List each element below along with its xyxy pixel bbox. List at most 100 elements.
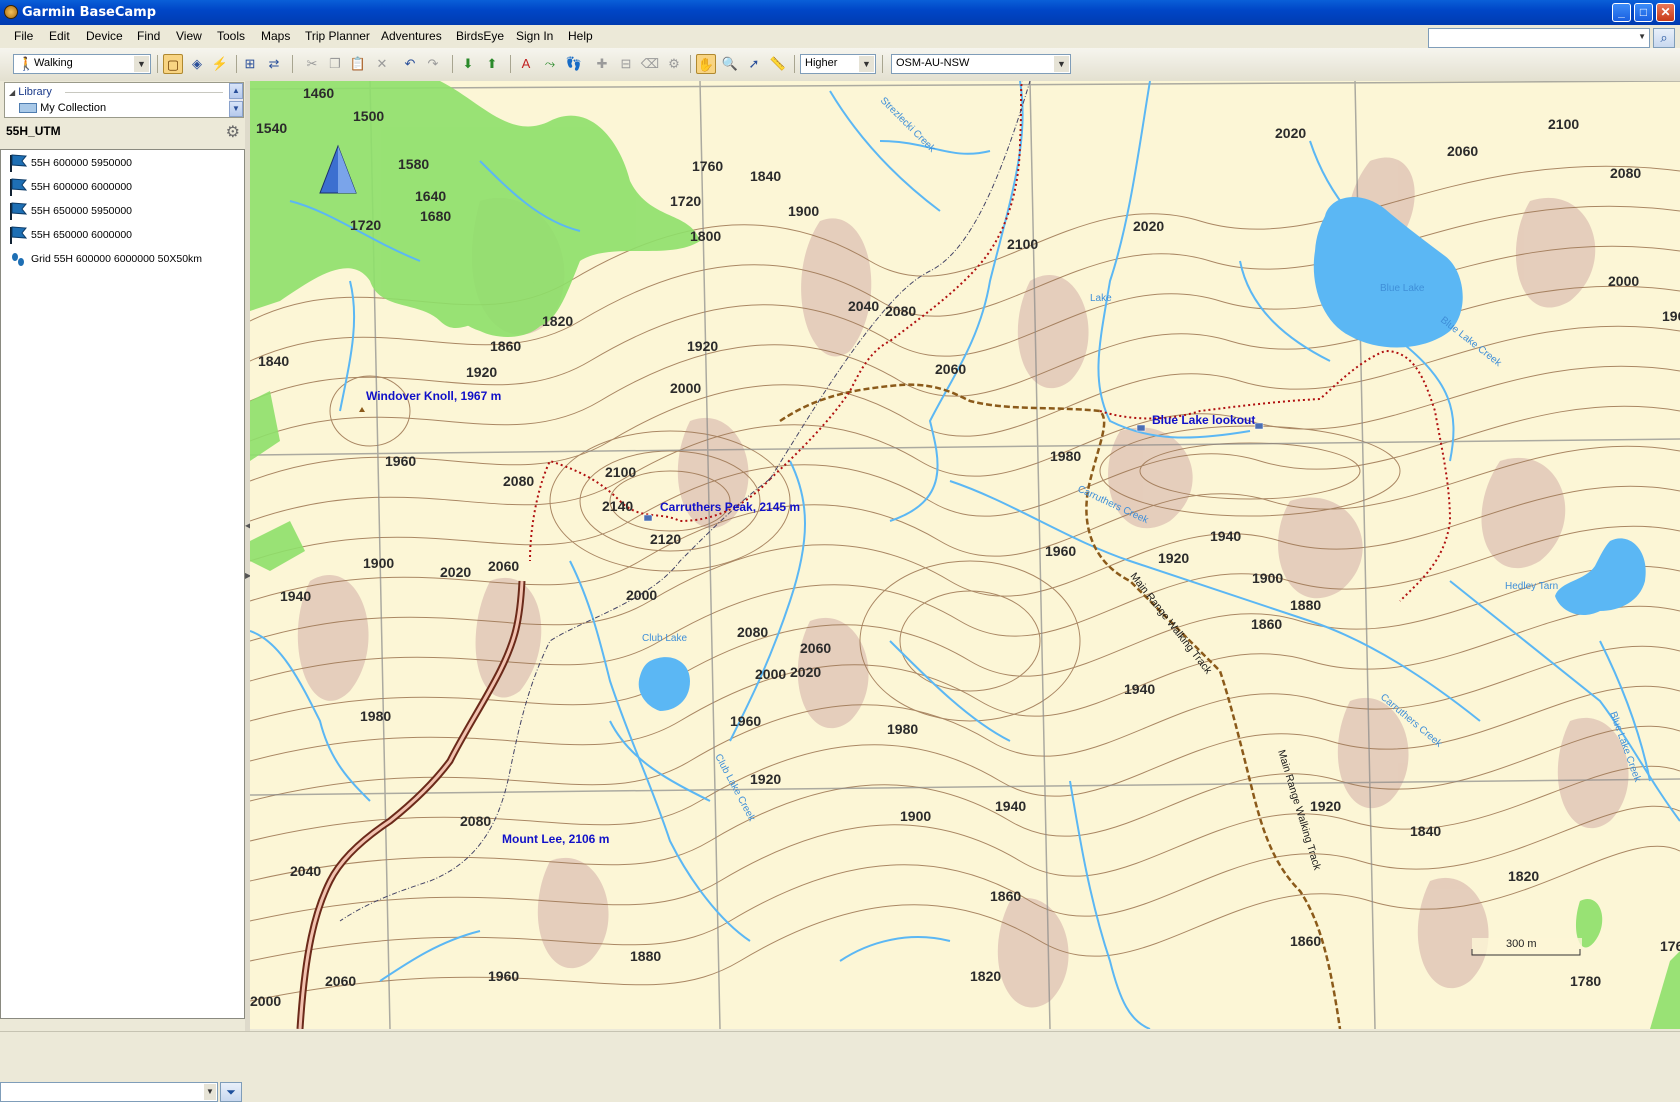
contour-label: 2060	[488, 558, 519, 574]
menu-trip-planner[interactable]: Trip Planner	[305, 29, 370, 43]
map-product-select[interactable]: OSM-AU-NSW ▼	[891, 54, 1071, 74]
scale-bar: 300 m	[1471, 938, 1582, 956]
new-waypoint-icon[interactable]: A	[516, 54, 536, 74]
redo-icon[interactable]: ↷	[423, 54, 443, 74]
contour-label: 2080	[737, 624, 768, 640]
map-extent-button[interactable]: ⊞	[240, 54, 260, 74]
activity-profile-select[interactable]: 🚶 Walking ▼	[13, 54, 151, 74]
library-tree: ◢ Library My Collection ▲ ▼	[4, 82, 244, 118]
chevron-down-icon: ▼	[1054, 56, 1069, 72]
menu-edit[interactable]: Edit	[49, 29, 70, 43]
new-track-icon[interactable]: 👣	[564, 54, 584, 74]
cut-icon[interactable]: ✂	[302, 54, 322, 74]
menu-tools[interactable]: Tools	[217, 29, 245, 43]
flag-icon	[10, 178, 28, 196]
contour-label: 2060	[935, 361, 966, 377]
flag-icon	[10, 202, 28, 220]
hand-tool-icon[interactable]: ✋	[696, 54, 716, 74]
contour-label: 2120	[650, 531, 681, 547]
filter-button[interactable]: ⏷	[220, 1082, 242, 1102]
zoom-tool-icon[interactable]: 🔍	[720, 54, 740, 74]
2d-view-button[interactable]: ▢	[163, 54, 183, 74]
menu-view[interactable]: View	[176, 29, 202, 43]
chevron-down-icon: ▼	[859, 56, 874, 72]
contour-label: 2080	[1610, 165, 1641, 181]
list-item[interactable]: 55H 650000 5950000	[7, 201, 237, 221]
receive-from-device-icon[interactable]: ⬇	[458, 54, 478, 74]
scroll-up-icon[interactable]: ▲	[229, 83, 243, 99]
contour-label: 1960	[1662, 308, 1680, 324]
peak-marker-icon	[643, 514, 653, 522]
menu-adventures[interactable]: Adventures	[381, 29, 442, 43]
close-button[interactable]: ✕	[1656, 3, 1675, 22]
divide-icon[interactable]: ⊟	[616, 54, 636, 74]
library-scrollbar[interactable]: ▲ ▼	[229, 83, 243, 117]
contour-label: 1940	[995, 798, 1026, 814]
contour-label: 1880	[1290, 597, 1321, 613]
lake-label: Club Lake	[642, 633, 687, 644]
contour-label: 1540	[256, 120, 287, 136]
menu-device[interactable]: Device	[86, 29, 123, 43]
select-tool-icon[interactable]: ➚	[744, 54, 764, 74]
sync-button[interactable]: ⇄	[264, 54, 284, 74]
contour-label: 2020	[440, 564, 471, 580]
menu-sign-in[interactable]: Sign In	[516, 29, 553, 43]
birdseye-button[interactable]: ⚡	[210, 54, 230, 74]
contour-label: 1880	[630, 948, 661, 964]
flag-icon	[10, 154, 28, 172]
contour-label: 2080	[885, 303, 916, 319]
3d-view-button[interactable]: ◈	[187, 54, 207, 74]
list-item[interactable]: 55H 600000 6000000	[7, 177, 237, 197]
menu-file[interactable]: File	[14, 29, 33, 43]
contour-label: 1760	[692, 158, 723, 174]
undo-icon[interactable]: ↶	[400, 54, 420, 74]
contour-label: 1920	[750, 771, 781, 787]
contour-label: 1860	[490, 338, 521, 354]
contour-label: 2100	[1007, 236, 1038, 252]
library-sidebar: ◢ Library My Collection ▲ ▼ 55H_UTM ⚙ 55…	[0, 81, 248, 1102]
status-bar	[0, 1031, 1680, 1051]
contour-label: 1960	[730, 713, 761, 729]
filter-icon: ⏷	[226, 1085, 236, 1099]
list-item[interactable]: 55H 600000 5950000	[7, 153, 237, 173]
copy-icon[interactable]: ❐	[325, 54, 345, 74]
gear-icon[interactable]: ⚙	[226, 122, 240, 142]
menu-birdseye[interactable]: BirdsEye	[456, 29, 504, 43]
chevron-down-icon: ▼	[204, 1084, 216, 1100]
contour-label: 1860	[990, 888, 1021, 904]
poi-label-blue-lake-lookout: Blue Lake lookout	[1152, 413, 1255, 427]
minimize-button[interactable]: _	[1612, 3, 1631, 22]
insert-icon[interactable]: ✚	[592, 54, 612, 74]
contour-label: 2080	[503, 473, 534, 489]
contour-label: 1960	[385, 453, 416, 469]
new-route-icon[interactable]: ⤳	[540, 54, 560, 74]
search-button[interactable]: ⌕	[1653, 28, 1675, 48]
lake-label: Hedley Tarn	[1505, 581, 1558, 592]
contour-label: 2000	[626, 587, 657, 603]
list-item[interactable]: 55H 650000 6000000	[7, 225, 237, 245]
search-input[interactable]: ▼	[1428, 28, 1650, 48]
join-icon[interactable]: ⚙	[664, 54, 684, 74]
lake-label: Lake	[1090, 293, 1112, 304]
eraser-icon[interactable]: ⌫	[640, 54, 660, 74]
paste-icon[interactable]: 📋	[348, 54, 368, 74]
detail-level-select[interactable]: Higher ▼	[800, 54, 876, 74]
menu-find[interactable]: Find	[137, 29, 160, 43]
library-root[interactable]: ◢ Library	[9, 86, 52, 98]
topographic-map[interactable]: 1460 1500 1540 1580 1640 1680 1720 1760 …	[250, 81, 1680, 1029]
my-collection-item[interactable]: My Collection	[19, 102, 106, 114]
contour-label: 1680	[420, 208, 451, 224]
contour-label: 1920	[687, 338, 718, 354]
map-view[interactable]: 1460 1500 1540 1580 1640 1680 1720 1760 …	[250, 81, 1680, 1029]
send-to-device-icon[interactable]: ⬆	[482, 54, 502, 74]
scroll-down-icon[interactable]: ▼	[229, 101, 243, 117]
filter-input[interactable]: ▼	[0, 1082, 218, 1102]
delete-icon[interactable]: ✕	[372, 54, 392, 74]
list-item[interactable]: Grid 55H 600000 6000000 50X50km	[7, 249, 237, 269]
menu-maps[interactable]: Maps	[261, 29, 290, 43]
title-bar: Garmin BaseCamp _ □ ✕	[0, 0, 1680, 25]
measure-tool-icon[interactable]: 📏	[768, 54, 788, 74]
maximize-button[interactable]: □	[1634, 3, 1653, 22]
menu-help[interactable]: Help	[568, 29, 593, 43]
contour-label: 1900	[363, 555, 394, 571]
